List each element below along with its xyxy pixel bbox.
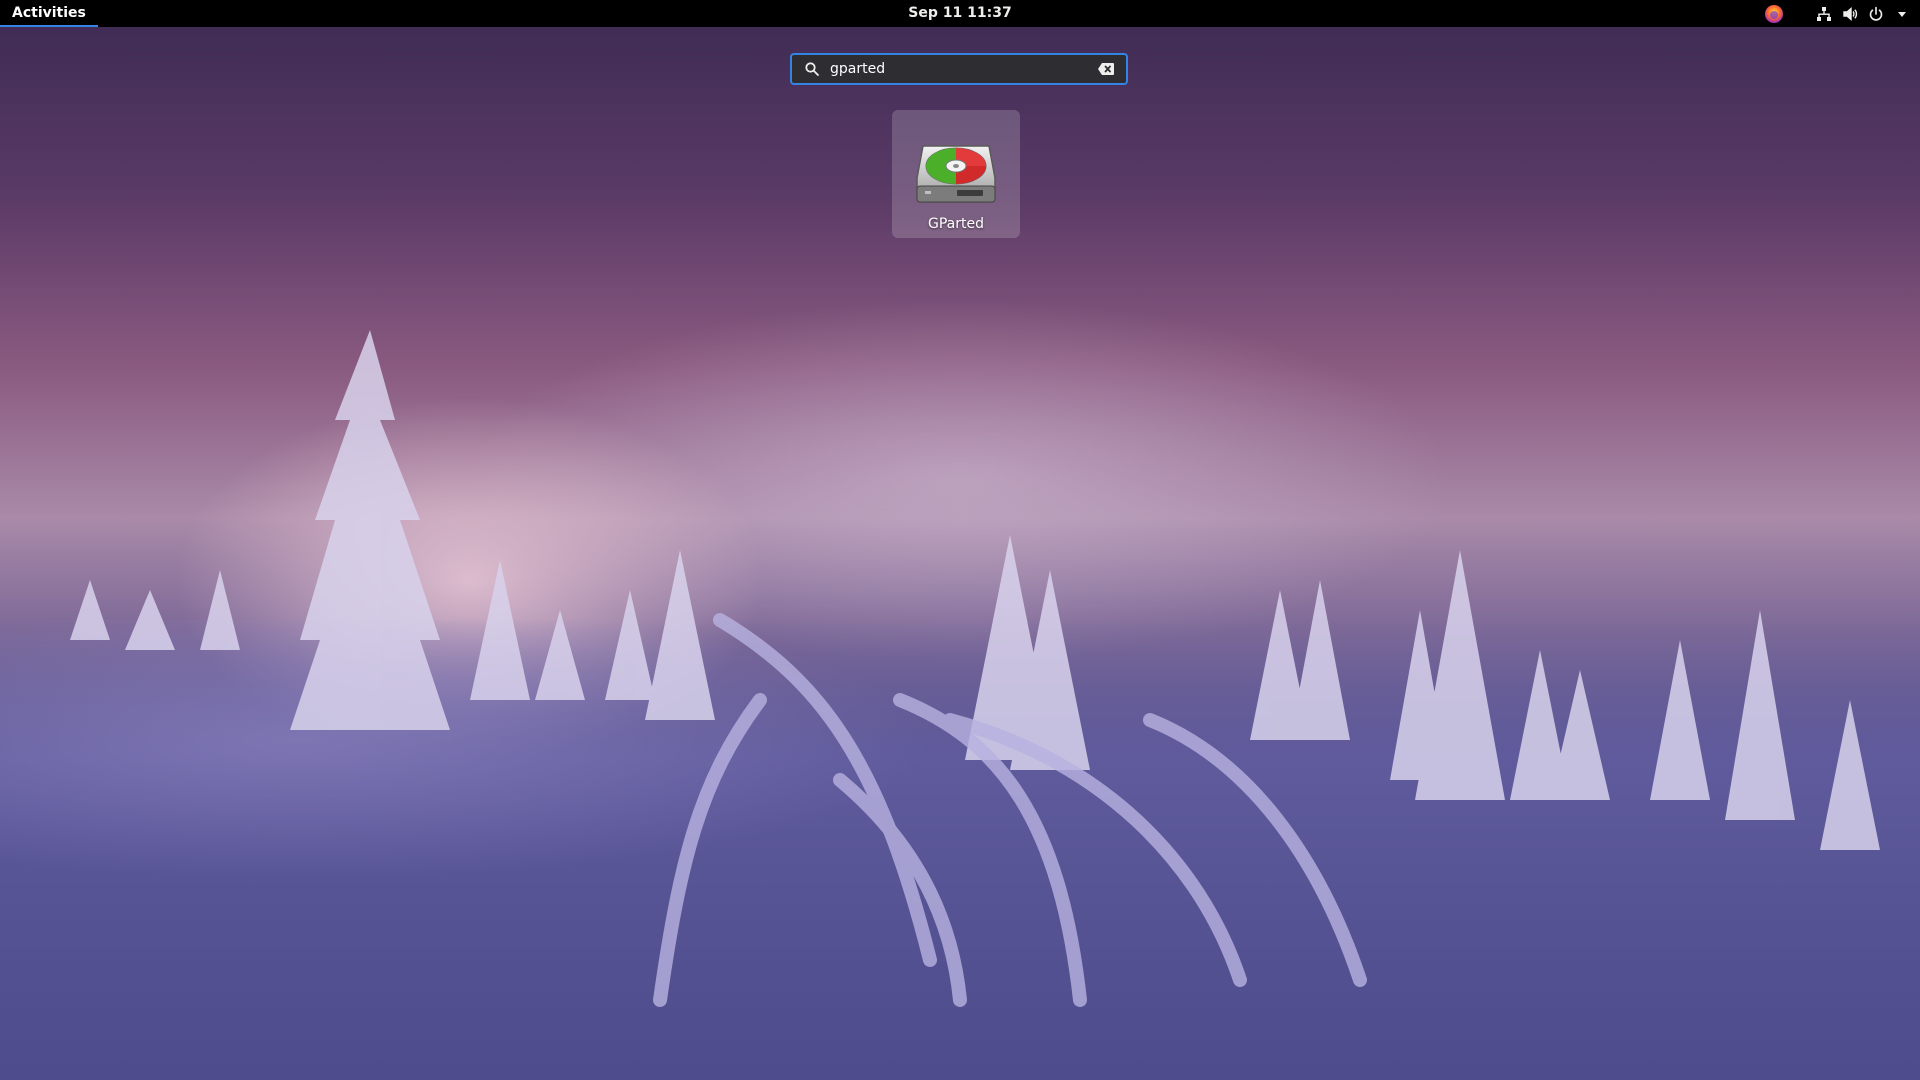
top-bar: Activities Sep 11 11:37 (0, 0, 1920, 27)
speaker-icon[interactable] (1842, 6, 1858, 22)
clock-button[interactable]: Sep 11 11:37 (0, 0, 1920, 27)
system-tray[interactable] (1764, 0, 1910, 27)
result-label: GParted (928, 216, 984, 232)
search-result-gparted[interactable]: GParted (892, 110, 1020, 238)
firefox-icon[interactable] (1764, 4, 1784, 24)
clear-icon[interactable] (1096, 59, 1116, 79)
gparted-disk-icon (916, 145, 996, 203)
search-icon (802, 59, 822, 79)
search-entry[interactable] (790, 53, 1128, 85)
chevron-down-icon[interactable] (1894, 6, 1910, 22)
power-icon[interactable] (1868, 6, 1884, 22)
search-input[interactable] (822, 61, 1096, 77)
network-wired-icon[interactable] (1816, 6, 1832, 22)
desktop-overview: Activities Sep 11 11:37 gparted GParted (0, 0, 1920, 1080)
